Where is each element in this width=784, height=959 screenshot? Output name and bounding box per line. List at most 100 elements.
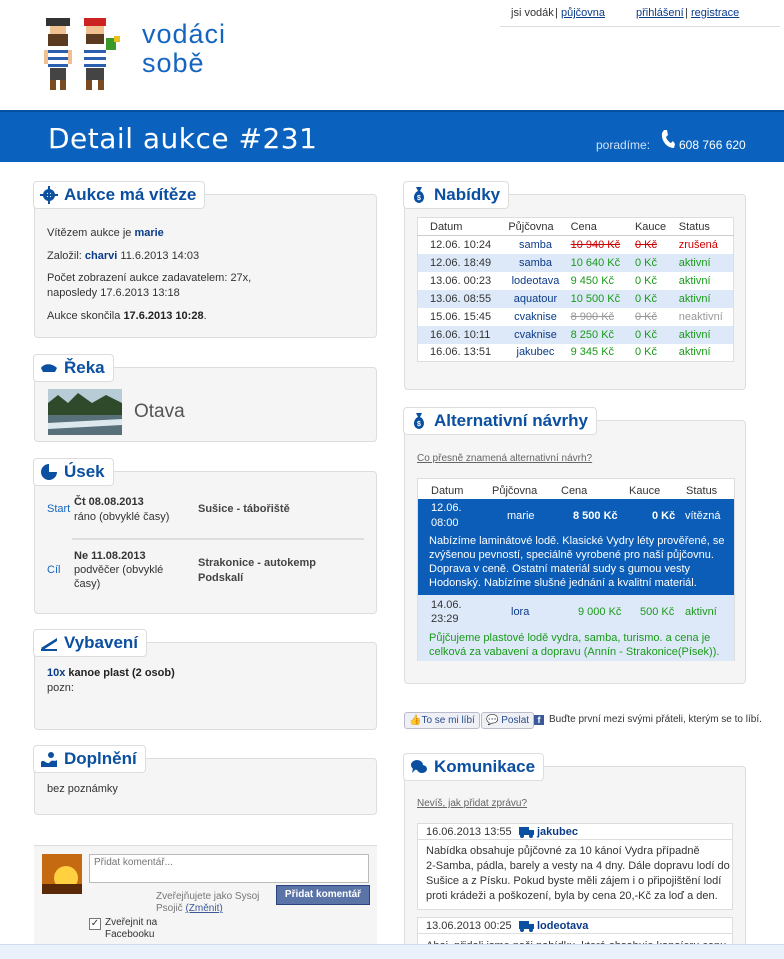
alt-col-status: Status <box>686 485 718 497</box>
offer-deposit: 0 Kč <box>634 346 657 359</box>
alternative-help-link[interactable]: Co přesně znamená alternativní návrh? <box>417 453 592 464</box>
offer-deposit: 0 Kč <box>634 310 657 323</box>
start-time: ráno (obvyklé časy) <box>74 511 170 523</box>
offers-table: Datum Půjčovna Cena Kauce Status 12.06. … <box>417 217 734 362</box>
offer-rental-link[interactable]: samba <box>504 254 566 272</box>
table-row: 12.06. 10:24 samba 10 940 Kč 0 Kč zrušen… <box>417 235 734 254</box>
paddle-icon <box>41 638 57 651</box>
alt-col-deposit: Kauce <box>629 485 661 497</box>
alt-desc-line: Hodonský. Nabízíme slušné jednání a kval… <box>429 577 697 589</box>
message-time: 13.06.2013 00:25 <box>426 920 512 932</box>
offer-deposit: 0 Kč <box>634 274 657 287</box>
register-link[interactable]: registrace <box>691 7 739 19</box>
phone-icon <box>661 130 675 148</box>
offer-date: 16.06. 13:51 <box>430 346 492 359</box>
equipment-panel: Vybavení 10x kanoe plast (2 osob) pozn: <box>33 629 377 730</box>
offer-deposit: 0 Kč <box>634 328 657 341</box>
login-link[interactable]: přihlášení <box>636 7 684 19</box>
phone-number[interactable]: 608 766 620 <box>679 138 746 152</box>
offer-price: 10 940 Kč <box>570 238 621 251</box>
alt-price: 9 000 Kč <box>578 606 622 618</box>
winner-name-link[interactable]: marie <box>134 227 163 239</box>
river-photo <box>48 389 122 435</box>
alt-deposit: 0 Kč <box>652 510 676 522</box>
end-time2: časy) <box>74 578 101 590</box>
facebook-like-text: Buďte první mezi svými přáteli, kterým s… <box>549 714 762 725</box>
offer-status: aktivní <box>678 256 711 269</box>
alt-date-line1: 14.06. <box>431 599 462 611</box>
start-label: Start <box>47 503 71 515</box>
send-button[interactable]: 💬 Poslat <box>481 712 535 729</box>
speech-icon: 💬 <box>486 715 499 726</box>
alt-date-line2: 23:29 <box>431 613 459 625</box>
how-to-message-link[interactable]: Nevíš, jak přidat zprávu? <box>417 798 527 809</box>
role-link-rental[interactable]: půjčovna <box>561 7 605 19</box>
offer-date: 12.06. 18:49 <box>430 256 492 269</box>
col-price: Cena <box>570 220 597 233</box>
table-row: 12.06. 18:49 samba 10 640 Kč 0 Kč aktivn… <box>417 253 734 272</box>
offer-rental-link[interactable]: samba <box>504 236 566 254</box>
alt-rental-link[interactable]: lora <box>511 605 529 619</box>
offer-price: 8 250 Kč <box>570 328 615 341</box>
alt-desc-line: Nabízíme laminátové lodě. Klasické Vydry… <box>429 535 725 547</box>
winner-panel: Aukce má vítěze Vítězem aukce je marie Z… <box>33 181 377 338</box>
offer-rental-link[interactable]: cvaknise <box>504 326 566 344</box>
svg-text:$: $ <box>417 421 421 428</box>
communication-title-text: Komunikace <box>434 757 536 776</box>
alternatives-table: Datum Půjčovna Cena Kauce Status 12.06. … <box>417 478 735 661</box>
facebook-checkbox[interactable]: ✓ <box>89 918 101 930</box>
truck-icon <box>519 827 534 838</box>
communication-panel-title: Komunikace <box>403 753 545 781</box>
publish-as-text: Zveřejňujete jako Sysoj <box>156 891 260 902</box>
add-comment-button[interactable]: Přidat komentář <box>276 885 370 905</box>
river-name: Otava <box>134 401 185 422</box>
truck-icon <box>519 921 534 932</box>
message-user[interactable]: jakubec <box>537 825 578 839</box>
facebook-icon: f <box>534 715 544 725</box>
fb-publish-line2: Facebooku <box>105 929 155 940</box>
table-row: 13.06. 08:55 aquatour 10 500 Kč 0 Kč akt… <box>417 289 734 308</box>
alt-rental-link[interactable]: marie <box>507 509 535 523</box>
like-button[interactable]: 👍To se mi líbí <box>404 712 480 729</box>
offer-rental-link[interactable]: cvaknise <box>504 308 566 326</box>
offer-price: 9 345 Kč <box>570 346 615 359</box>
message-user[interactable]: lodeotava <box>537 919 588 933</box>
alternatives-panel: $ Alternativní návrhy Co přesně znamená … <box>403 407 746 684</box>
offer-rental-link[interactable]: jakubec <box>504 344 566 362</box>
offer-status: aktivní <box>678 274 711 287</box>
offer-rental-link[interactable]: aquatour <box>504 290 566 308</box>
section-title-text: Úsek <box>64 462 105 481</box>
founder-link[interactable]: charvi <box>85 250 117 262</box>
message-line: proti krádeži a poškození, byla by cena … <box>426 890 718 902</box>
alt-row-lora: 14.06. 23:29 lora 9 000 Kč 500 Kč aktivn… <box>418 595 734 661</box>
comment-input[interactable] <box>89 854 369 883</box>
alt-date-line2: 08:00 <box>431 517 459 529</box>
offer-rental-link[interactable]: lodeotava <box>504 272 566 290</box>
message-line: Sušice a z Písku. Pokud byste měli zájem… <box>426 875 722 887</box>
message-divider <box>418 933 732 934</box>
svg-text:$: $ <box>417 195 421 202</box>
page-banner: Detail aukce #231 poradíme: 608 766 620 <box>0 110 784 162</box>
section-panel-title: Úsek <box>33 458 114 486</box>
river-panel-title: Řeka <box>33 354 114 382</box>
end-date: Ne 11.08.2013 <box>74 550 146 562</box>
end-place1: Strakonice - autokemp <box>198 557 316 569</box>
col-deposit: Kauce <box>634 220 667 233</box>
ended-date: 17.6.2013 10:28 <box>123 310 204 322</box>
winner-panel-title: Aukce má vítěze <box>33 181 206 209</box>
alt-row-winner: 12.06. 08:00 marie 8 500 Kč 0 Kč vítězná… <box>418 499 734 595</box>
pirates-logo-image <box>44 18 120 90</box>
money-bag-icon: $ <box>414 187 424 203</box>
section-panel: Úsek Start Čt 08.08.2013 ráno (obvyklé č… <box>33 458 377 614</box>
message-divider <box>418 839 732 840</box>
message-line: Nabídka obsahuje půjčovné za 10 kánoí Vy… <box>426 845 700 857</box>
wave-icon <box>41 752 57 767</box>
brand-logo-text[interactable]: vodáci sobě <box>142 20 226 78</box>
alt-col-rental: Půjčovna <box>492 485 538 497</box>
change-account-link[interactable]: (Změnit) <box>185 903 222 914</box>
offer-deposit: 0 Kč <box>634 256 657 269</box>
offer-deposit: 0 Kč <box>634 238 657 251</box>
top-navigation: jsi vodák | půjčovna přihlášení | regist… <box>500 0 780 27</box>
notes-text: bez poznámky <box>47 783 118 795</box>
notes-panel-title: Doplnění <box>33 745 146 773</box>
